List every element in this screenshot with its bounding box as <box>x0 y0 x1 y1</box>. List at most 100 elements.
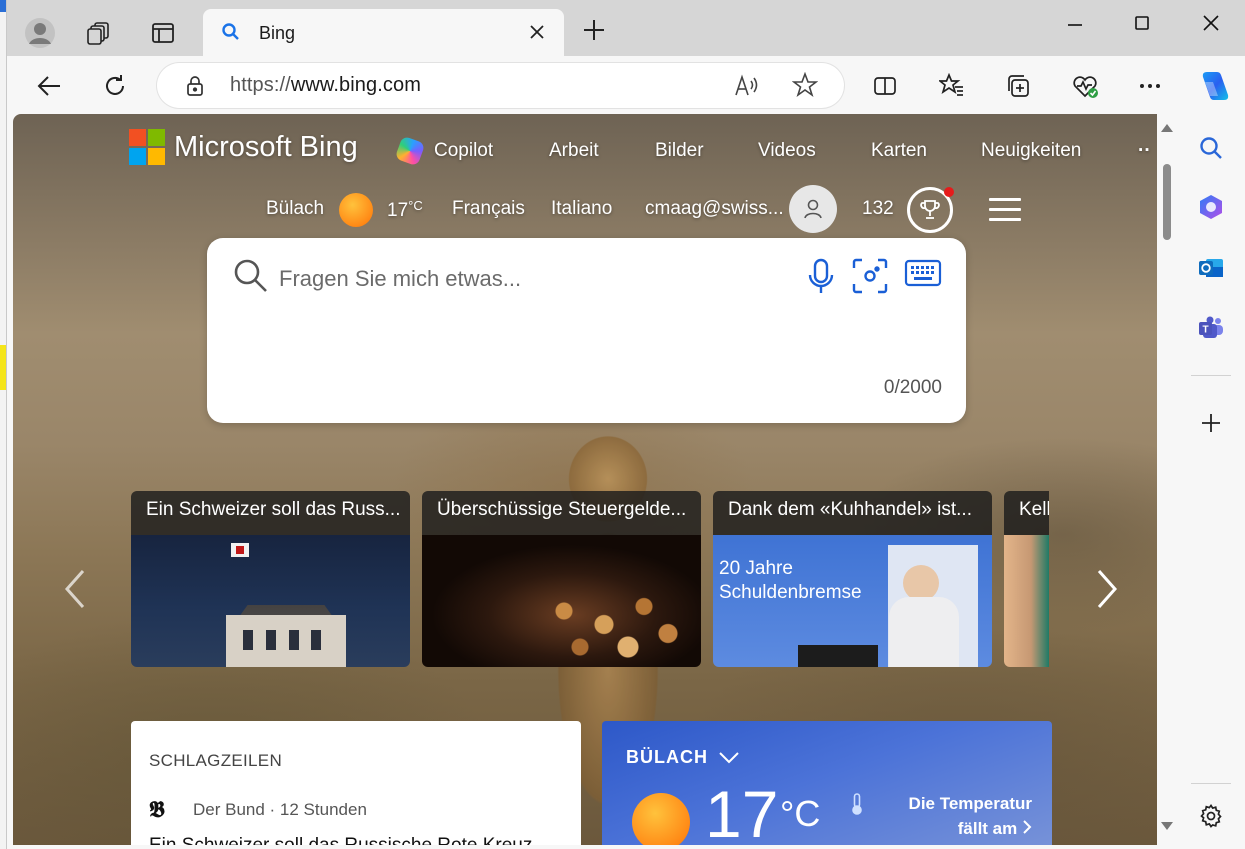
sidebar-settings-button[interactable] <box>1193 798 1229 834</box>
outlook-icon <box>1199 259 1223 277</box>
carousel-prev-button[interactable] <box>61 567 91 616</box>
nav-karten[interactable]: Karten <box>871 138 927 164</box>
sidebar-teams-button[interactable]: T <box>1193 310 1229 346</box>
copilot-button[interactable] <box>1194 66 1234 106</box>
weather-temp[interactable]: 17°C <box>387 198 423 222</box>
weather-temperature: 17 <box>705 777 779 845</box>
account-avatar-button[interactable] <box>789 185 837 233</box>
sidebar-divider <box>1191 375 1231 376</box>
nav-arbeit[interactable]: Arbeit <box>549 138 599 164</box>
sidebar-copilot-button[interactable] <box>1193 189 1229 225</box>
vertical-tabs-icon <box>152 23 174 43</box>
search-icon <box>231 256 271 301</box>
chevron-right-icon <box>1023 820 1032 834</box>
refresh-icon <box>106 75 124 95</box>
news-source[interactable]: 𝕭 Der Bund · 12 Stunden <box>149 799 367 821</box>
workspaces-button[interactable] <box>79 13 119 53</box>
read-aloud-icon <box>735 74 758 96</box>
nav-copilot[interactable]: Copilot <box>394 135 493 167</box>
news-card-image <box>422 535 701 667</box>
page-scrollbar[interactable] <box>1157 114 1177 845</box>
favorites-button[interactable] <box>932 66 972 106</box>
nav-neuigkeiten[interactable]: Neuigkeiten <box>981 138 1081 164</box>
tab-bing[interactable]: Bing <box>203 9 564 56</box>
read-aloud-button[interactable] <box>733 73 759 104</box>
image-text-line2: Schuldenbremse <box>719 582 862 603</box>
news-source-text: Der Bund · 12 Stunden <box>193 800 367 819</box>
collections-button[interactable] <box>998 66 1038 106</box>
lang-italian-link[interactable]: Italiano <box>551 198 612 220</box>
news-card[interactable]: Überschüssige Steuergelde... <box>422 491 701 667</box>
new-tab-button[interactable] <box>582 18 606 47</box>
nav-videos[interactable]: Videos <box>758 138 816 164</box>
sidebar-divider <box>1191 783 1231 784</box>
star-icon <box>791 71 819 98</box>
news-carousel: Ein Schweizer soll das Russ... Überschüs… <box>131 491 1049 667</box>
search-input[interactable]: Fragen Sie mich etwas... <box>279 266 521 292</box>
weather-panel[interactable]: BÜLACH 17 °C Die Temperatur fällt am <box>602 721 1052 845</box>
maximize-button[interactable] <box>1119 8 1165 38</box>
scroll-up-arrow[interactable] <box>1161 124 1173 132</box>
news-card-caption: Ein Schweizer soll das Russ... <box>131 491 410 535</box>
nav-more[interactable]: ·· <box>1138 138 1151 164</box>
favorites-icon <box>939 73 963 96</box>
add-favorite-button[interactable] <box>791 71 819 103</box>
carousel-next-button[interactable] <box>1091 567 1121 616</box>
sun-weather-icon <box>632 793 690 845</box>
background-window-accent <box>0 0 6 12</box>
weather-location-selector[interactable]: BÜLACH <box>626 747 740 768</box>
sun-weather-icon[interactable] <box>339 193 373 227</box>
chevron-right-icon <box>1097 570 1118 608</box>
tab-actions-button[interactable] <box>143 13 183 53</box>
trophy-icon <box>920 200 940 219</box>
scroll-thumb[interactable] <box>1163 164 1171 240</box>
news-card[interactable]: Kell <box>1004 491 1049 667</box>
split-screen-button[interactable] <box>865 66 905 106</box>
profile-icon <box>25 18 55 48</box>
minimize-button[interactable] <box>1052 8 1098 38</box>
news-headline-link[interactable]: Ein Schweizer soll das Russische Rote Kr… <box>149 835 532 845</box>
news-card[interactable]: 20 Jahre Schuldenbremse Dank dem «Kuhhand… <box>713 491 992 667</box>
lang-french-link[interactable]: Français <box>452 198 525 220</box>
close-icon <box>530 25 544 39</box>
menu-button[interactable] <box>989 198 1021 221</box>
close-window-button[interactable] <box>1188 8 1234 38</box>
visual-search-button[interactable] <box>850 256 890 301</box>
rewards-button[interactable] <box>907 187 954 233</box>
sidebar-add-button[interactable] <box>1193 405 1229 441</box>
voice-search-button[interactable] <box>801 256 841 301</box>
scroll-down-arrow[interactable] <box>1161 822 1173 830</box>
browser-essentials-button[interactable] <box>1065 66 1105 106</box>
sidebar-outlook-button[interactable] <box>1193 250 1229 286</box>
refresh-button[interactable] <box>95 66 135 106</box>
der-bund-logo-icon: 𝕭 <box>149 797 165 823</box>
settings-more-button[interactable] <box>1130 66 1170 106</box>
profile-button[interactable] <box>20 13 60 53</box>
keyboard-button[interactable] <box>904 258 942 293</box>
sidebar-search-button[interactable] <box>1193 130 1229 166</box>
background-window-strip <box>0 0 7 849</box>
plus-icon <box>584 20 604 40</box>
location-label[interactable]: Bülach <box>266 198 324 220</box>
news-card-image <box>1004 535 1049 667</box>
nav-bilder[interactable]: Bilder <box>655 138 704 164</box>
microphone-icon <box>808 258 834 293</box>
weather-location: BÜLACH <box>626 747 708 767</box>
bing-logo[interactable]: Microsoft Bing <box>129 129 358 165</box>
weather-alert-link[interactable]: Die Temperatur fällt am <box>850 791 1032 841</box>
close-tab-button[interactable] <box>528 23 546 46</box>
weather-alert-line2: fällt am <box>850 816 1032 841</box>
rewards-points[interactable]: 132 <box>862 198 894 220</box>
gear-icon <box>1200 804 1222 828</box>
svg-text:T: T <box>1202 325 1208 336</box>
account-name[interactable]: cmaag@swiss... <box>645 198 784 220</box>
address-bar[interactable]: https://www.bing.com <box>157 63 844 108</box>
back-button[interactable] <box>29 66 69 106</box>
minimize-icon <box>1068 24 1082 26</box>
lock-icon[interactable] <box>185 75 205 102</box>
news-card[interactable]: Ein Schweizer soll das Russ... <box>131 491 410 667</box>
url-text[interactable]: https://www.bing.com <box>230 74 421 97</box>
tab-bar: Bing <box>7 0 1245 56</box>
thermometer-icon <box>852 793 862 815</box>
search-box[interactable]: Fragen Sie mich etwas... 0/2000 <box>207 238 966 423</box>
